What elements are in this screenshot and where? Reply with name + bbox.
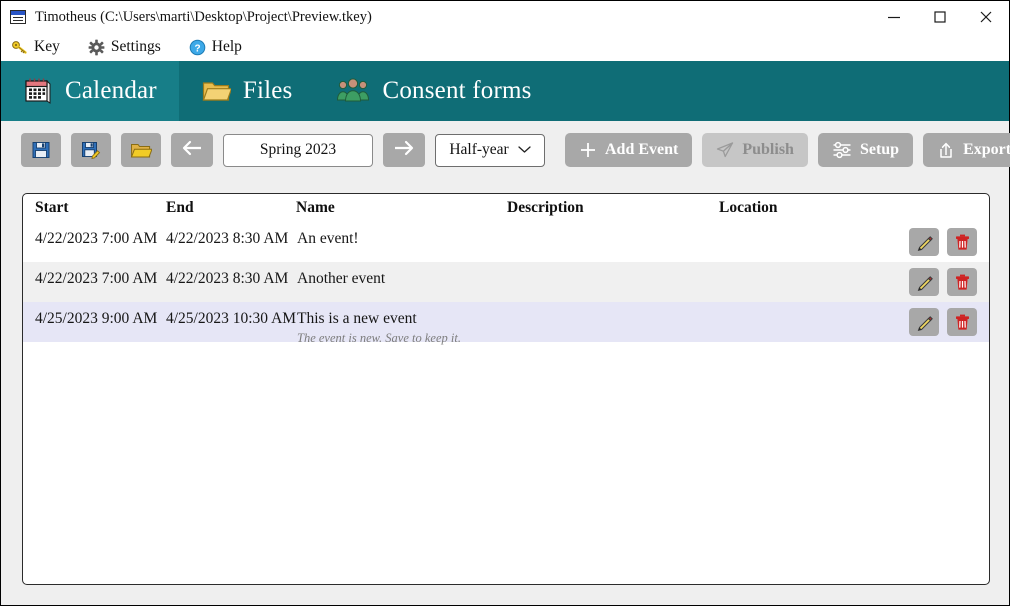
document-icon: [10, 10, 26, 24]
menu-item-key[interactable]: Key: [11, 38, 60, 56]
range-select-value: Half-year: [449, 141, 509, 158]
application-window: Timotheus (C:\Users\marti\Desktop\Projec…: [0, 0, 1010, 606]
close-icon[interactable]: [963, 1, 1009, 33]
delete-event-button[interactable]: [947, 268, 977, 296]
next-period-button[interactable]: [383, 133, 425, 167]
save-button[interactable]: [21, 133, 61, 167]
tab-files-label: Files: [242, 77, 293, 104]
help-circle-icon: ?: [189, 39, 206, 56]
table-header: Start End Name Description Location: [23, 194, 989, 222]
column-header-end: End: [166, 199, 194, 216]
arrow-right-icon: [392, 139, 416, 162]
save-as-icon: [81, 140, 101, 160]
setup-button[interactable]: Setup: [817, 133, 914, 167]
cell-name-wrapper: This is a new event The event is new. Sa…: [297, 302, 508, 346]
minimize-icon[interactable]: [871, 1, 917, 33]
row-actions: [909, 268, 977, 296]
trash-icon: [953, 273, 972, 292]
column-header-start: Start: [35, 199, 69, 216]
publish-button[interactable]: Publish: [702, 133, 808, 167]
cell-description: [508, 302, 720, 310]
cell-name: Another event: [297, 270, 386, 287]
add-event-label: Add Event: [605, 141, 679, 158]
edit-event-button[interactable]: [909, 308, 939, 336]
trash-icon: [953, 233, 972, 252]
cell-end: 4/22/2023 8:30 AM: [166, 230, 289, 247]
chevron-down-icon: [518, 141, 531, 159]
menu-item-settings-label: Settings: [110, 38, 161, 55]
events-panel: Start End Name Description Location 4/22…: [22, 193, 990, 585]
previous-period-button[interactable]: [171, 133, 213, 167]
open-folder-icon: [130, 140, 152, 160]
send-icon: [716, 141, 734, 159]
sliders-icon: [832, 141, 852, 159]
table-row[interactable]: 4/25/2023 9:00 AM 4/25/2023 10:30 AM Thi…: [23, 302, 989, 345]
title-bar: Timotheus (C:\Users\marti\Desktop\Projec…: [1, 1, 1009, 33]
gear-icon: [88, 39, 105, 56]
plus-icon: [579, 141, 597, 159]
tab-consent-forms-label: Consent forms: [382, 77, 532, 104]
tab-consent-forms[interactable]: Consent forms: [314, 61, 553, 121]
cell-name-wrapper: Another event: [297, 262, 508, 288]
tab-calendar-label: Calendar: [65, 77, 157, 104]
cell-end: 4/25/2023 10:30 AM: [166, 310, 297, 327]
cell-description: [508, 222, 720, 230]
column-header-name: Name: [296, 199, 335, 216]
pencil-icon: [915, 273, 934, 292]
cell-start: 4/25/2023 9:00 AM: [35, 310, 158, 327]
column-header-location: Location: [719, 199, 778, 216]
menu-item-help-label: Help: [211, 38, 242, 55]
export-icon: [937, 141, 955, 159]
maximize-icon[interactable]: [917, 1, 963, 33]
arrow-left-icon: [180, 139, 204, 162]
cell-start: 4/22/2023 7:00 AM: [35, 230, 158, 247]
setup-label: Setup: [859, 141, 900, 158]
folder-icon: [201, 76, 231, 106]
tab-bar: Calendar Files Consent forms: [1, 61, 1009, 121]
table-row[interactable]: 4/22/2023 7:00 AM 4/22/2023 8:30 AM Anot…: [23, 262, 989, 302]
pencil-icon: [915, 313, 934, 332]
pencil-icon: [915, 233, 934, 252]
edit-event-button[interactable]: [909, 228, 939, 256]
save-icon: [31, 140, 51, 160]
period-value: Spring 2023: [259, 141, 337, 158]
column-header-description: Description: [507, 199, 584, 216]
delete-event-button[interactable]: [947, 228, 977, 256]
key-icon: [11, 39, 28, 56]
export-button[interactable]: Export: [923, 133, 1010, 167]
calendar-icon: [23, 76, 53, 106]
cell-description: [508, 262, 720, 270]
cell-name: This is a new event: [297, 310, 417, 327]
open-button[interactable]: [121, 133, 161, 167]
tab-calendar[interactable]: Calendar: [1, 61, 179, 121]
tab-files[interactable]: Files: [179, 61, 315, 121]
people-icon: [336, 76, 370, 106]
cell-end: 4/22/2023 8:30 AM: [166, 270, 289, 287]
table-row[interactable]: 4/22/2023 7:00 AM 4/22/2023 8:30 AM An e…: [23, 222, 989, 262]
svg-text:?: ?: [194, 43, 200, 54]
menu-item-settings[interactable]: Settings: [88, 38, 161, 56]
cell-name-wrapper: An event!: [297, 222, 508, 248]
publish-label: Publish: [742, 141, 794, 158]
period-display[interactable]: Spring 2023: [223, 133, 373, 167]
delete-event-button[interactable]: [947, 308, 977, 336]
save-as-button[interactable]: [71, 133, 111, 167]
trash-icon: [953, 313, 972, 332]
range-select[interactable]: Half-year: [435, 133, 545, 167]
window-title: Timotheus (C:\Users\marti\Desktop\Projec…: [35, 8, 372, 25]
edit-event-button[interactable]: [909, 268, 939, 296]
cell-name-note: The event is new. Save to keep it.: [297, 331, 461, 345]
window-controls: [871, 1, 1009, 33]
row-actions: [909, 228, 977, 256]
menu-bar: Key Settings ? Help: [1, 33, 1009, 61]
menu-item-help[interactable]: ? Help: [189, 38, 242, 56]
export-label: Export: [963, 141, 1010, 158]
toolbar: Spring 2023 Half-year Add Event Publish …: [1, 121, 1010, 179]
cell-start: 4/22/2023 7:00 AM: [35, 270, 158, 287]
add-event-button[interactable]: Add Event: [565, 133, 693, 167]
row-actions: [909, 308, 977, 336]
cell-name: An event!: [297, 230, 359, 247]
menu-item-key-label: Key: [34, 38, 60, 55]
